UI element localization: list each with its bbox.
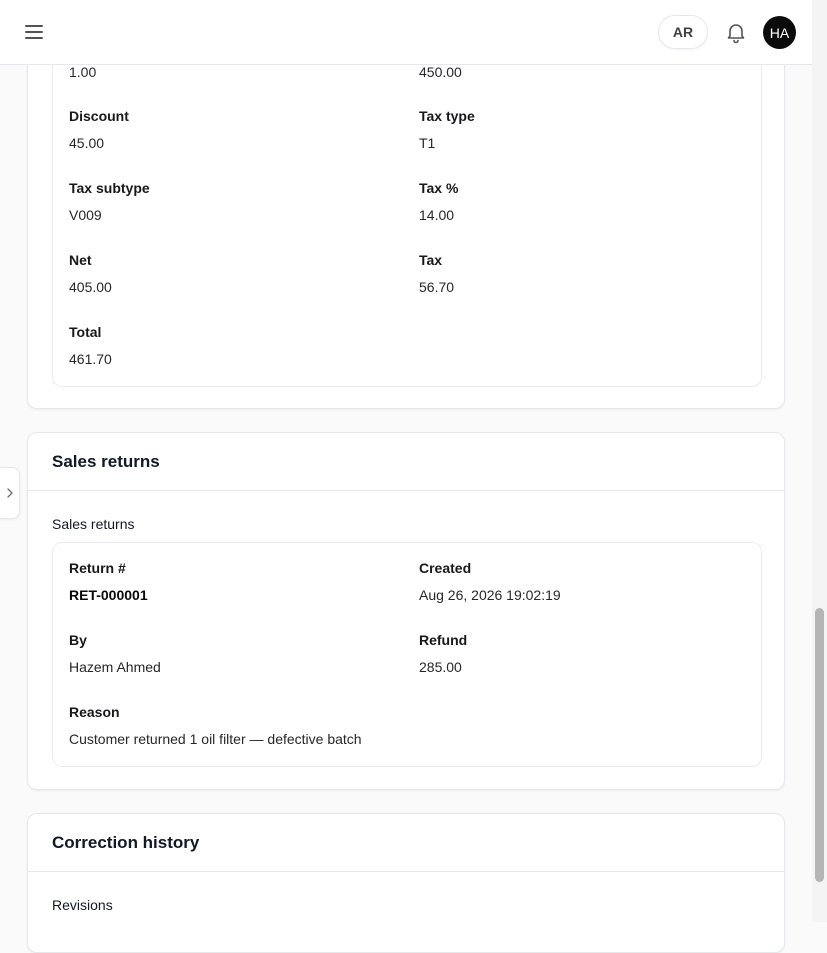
return-by-field: By Hazem Ahmed	[69, 632, 161, 675]
tax-percent-value: 14.00	[419, 207, 455, 223]
tax-subtype-field: Tax subtype V009	[69, 180, 150, 223]
unit-price-value: 450.00	[419, 64, 462, 80]
tax-label: Tax	[419, 252, 443, 268]
net-field: Net 405.00	[69, 252, 112, 295]
net-value: 405.00	[69, 279, 112, 295]
top-bar: AR HA	[0, 0, 812, 65]
return-refund-value: 285.00	[419, 659, 462, 675]
language-toggle-button[interactable]: AR	[658, 15, 708, 49]
discount-label: Discount	[69, 108, 129, 124]
menu-icon	[25, 25, 43, 27]
tax-subtype-label: Tax subtype	[69, 180, 150, 196]
discount-field: Discount 45.00	[69, 108, 129, 151]
tax-value: 56.70	[419, 279, 455, 295]
tax-percent-label: Tax %	[419, 180, 459, 196]
return-item: Return # RET-000001 Created Aug 26, 2026…	[52, 542, 762, 767]
return-refund-field: Refund 285.00	[419, 632, 467, 675]
revisions-subtitle: Revisions	[52, 897, 113, 913]
quantity-value: 1.00	[69, 64, 97, 80]
return-refund-label: Refund	[419, 632, 468, 648]
return-number-value: RET-000001	[69, 587, 148, 603]
return-by-value: Hazem Ahmed	[69, 659, 161, 675]
tax-subtype-value: V009	[69, 207, 102, 223]
return-by-label: By	[69, 632, 87, 648]
tax-type-field: Tax type T1	[419, 108, 475, 151]
tax-type-label: Tax type	[419, 108, 475, 124]
sales-returns-card: Sales returns Sales returns Return # RET…	[27, 432, 785, 790]
total-field: Total 461.70	[69, 324, 112, 367]
tax-type-value: T1	[419, 135, 436, 151]
return-created-label: Created	[419, 560, 472, 576]
sales-returns-subtitle: Sales returns	[52, 516, 135, 532]
total-value: 461.70	[69, 351, 112, 367]
quantity-field: 1.00	[69, 64, 96, 80]
return-number-field: Return # RET-000001	[69, 560, 148, 603]
bell-icon	[727, 24, 745, 44]
return-number-label: Return #	[69, 560, 126, 576]
tax-field: Tax 56.70	[419, 252, 454, 295]
return-reason-label: Reason	[69, 704, 120, 720]
total-label: Total	[69, 324, 102, 340]
unit-price-field: 450.00	[419, 64, 462, 80]
return-created-field: Created Aug 26, 2026 19:02:19	[419, 560, 561, 603]
user-avatar[interactable]: HA	[763, 16, 796, 49]
menu-button[interactable]	[22, 21, 46, 43]
discount-value: 45.00	[69, 135, 105, 151]
notifications-button[interactable]	[724, 20, 748, 44]
tax-percent-field: Tax % 14.00	[419, 180, 458, 223]
return-reason-value: Customer returned 1 oil filter — defecti…	[69, 731, 362, 747]
chevron-right-icon	[6, 488, 13, 498]
return-created-value: Aug 26, 2026 19:02:19	[419, 587, 561, 603]
sidebar-toggle-button[interactable]	[0, 467, 20, 519]
return-reason-field: Reason Customer returned 1 oil filter — …	[69, 704, 362, 747]
sales-returns-title: Sales returns	[28, 433, 784, 491]
net-label: Net	[69, 252, 92, 268]
scrollbar-thumb[interactable]	[815, 608, 824, 882]
correction-history-title: Correction history	[28, 814, 784, 872]
correction-history-card: Correction history Revisions	[27, 813, 785, 953]
